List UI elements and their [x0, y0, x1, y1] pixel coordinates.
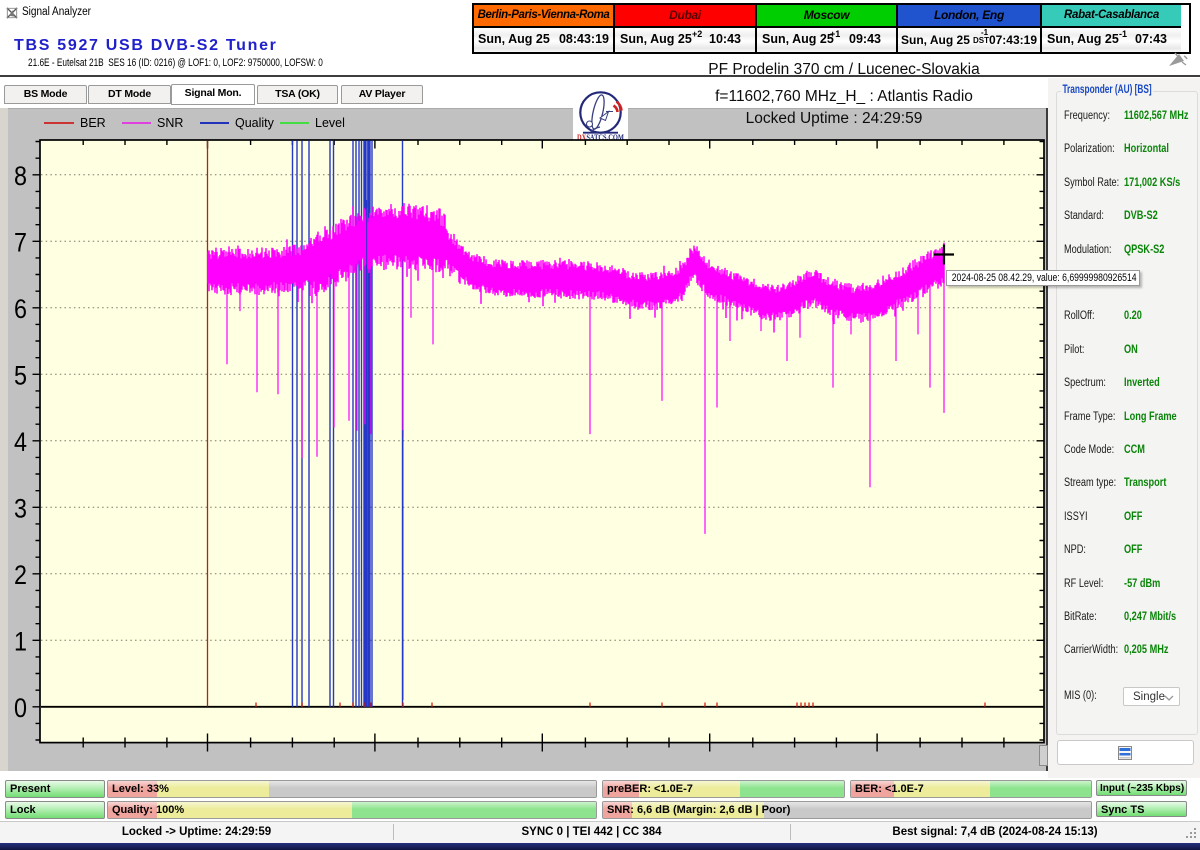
svg-text:0: 0 — [14, 693, 27, 723]
svg-text:6: 6 — [14, 294, 27, 324]
svg-text:1: 1 — [14, 626, 27, 656]
svg-text:4: 4 — [14, 427, 27, 457]
svg-text:3: 3 — [14, 493, 27, 523]
svg-text:7: 7 — [14, 227, 27, 257]
svg-text:5: 5 — [14, 360, 27, 390]
svg-text:2: 2 — [14, 560, 27, 590]
svg-text:8: 8 — [14, 161, 27, 191]
